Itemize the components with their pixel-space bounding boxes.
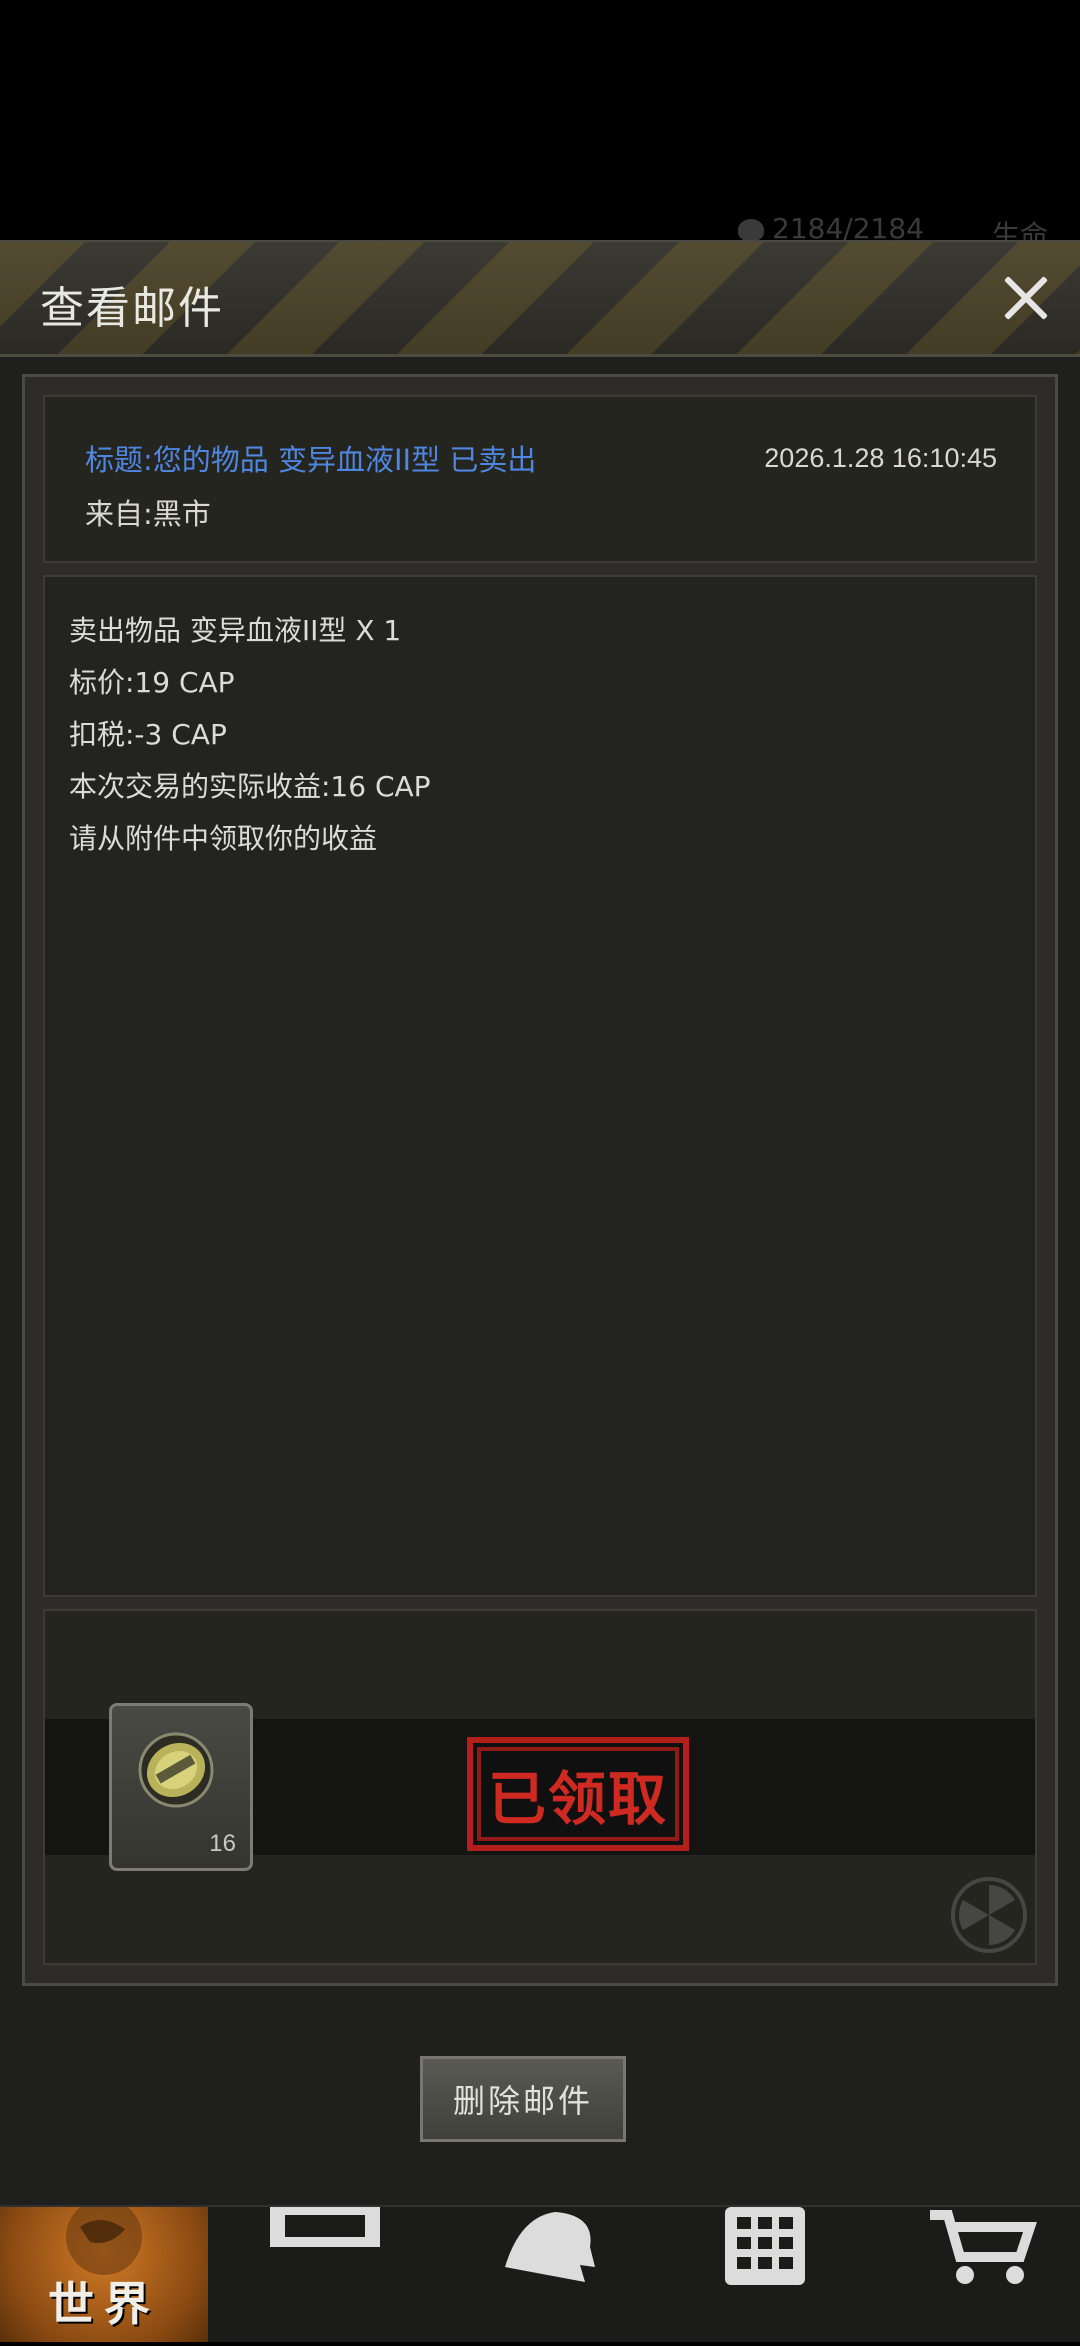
character-icon: [505, 2212, 595, 2282]
mail-header-box: 标题:您的物品 变异血液II型 已卖出 来自:黑市 2026.1.28 16:1…: [43, 395, 1037, 563]
body-line: 卖出物品 变异血液II型 X 1: [69, 614, 402, 647]
bottle-cap-icon: [138, 1732, 214, 1808]
mail-subject: 标题:您的物品 变异血液II型 已卖出: [85, 443, 537, 477]
body-line: 扣税:-3 CAP: [69, 718, 227, 751]
backpack-icon: [270, 2207, 380, 2247]
close-icon[interactable]: [994, 266, 1058, 330]
mail-sender: 来自:黑市: [85, 497, 211, 531]
radiation-icon: [951, 1877, 1027, 1953]
claimed-stamp: 已领取: [467, 1737, 689, 1851]
mail-body: 卖出物品 变异血液II型 X 1 标价:19 CAP 扣税:-3 CAP 本次交…: [43, 575, 1037, 1597]
mail-content-frame: 标题:您的物品 变异血液II型 已卖出 来自:黑市 2026.1.28 16:1…: [22, 374, 1058, 1986]
body-line: 请从附件中领取你的收益: [69, 822, 378, 855]
mail-view-dialog: 查看邮件 标题:您的物品 变异血液II型 已卖出 来自:黑市 2026.1.28…: [0, 240, 1080, 2207]
attachment-area: 16 已领取: [43, 1609, 1037, 1965]
nav-tab-shop[interactable]: [880, 2207, 1080, 2342]
body-line: 本次交易的实际收益:16 CAP: [69, 770, 431, 803]
building-icon: [725, 2207, 805, 2285]
body-line: 标价:19 CAP: [69, 666, 235, 699]
delete-mail-button[interactable]: 删除邮件: [420, 2056, 626, 2142]
nav-tab-character[interactable]: [445, 2207, 645, 2342]
nav-tab-backpack[interactable]: [225, 2207, 425, 2342]
dialog-header: 查看邮件: [0, 242, 1080, 357]
attachment-item-slot[interactable]: 16: [109, 1703, 253, 1871]
nav-tab-building[interactable]: [665, 2207, 865, 2342]
dialog-title: 查看邮件: [40, 283, 224, 334]
item-count: 16: [209, 1830, 236, 1857]
bottom-navigation: 世界: [0, 2205, 1080, 2342]
heart-icon: [738, 219, 764, 241]
mail-timestamp: 2026.1.28 16:10:45: [764, 443, 997, 473]
nav-tab-world[interactable]: 世界: [0, 2207, 208, 2342]
nav-tab-world-label: 世界: [48, 2277, 160, 2331]
cart-icon: [930, 2210, 1037, 2284]
